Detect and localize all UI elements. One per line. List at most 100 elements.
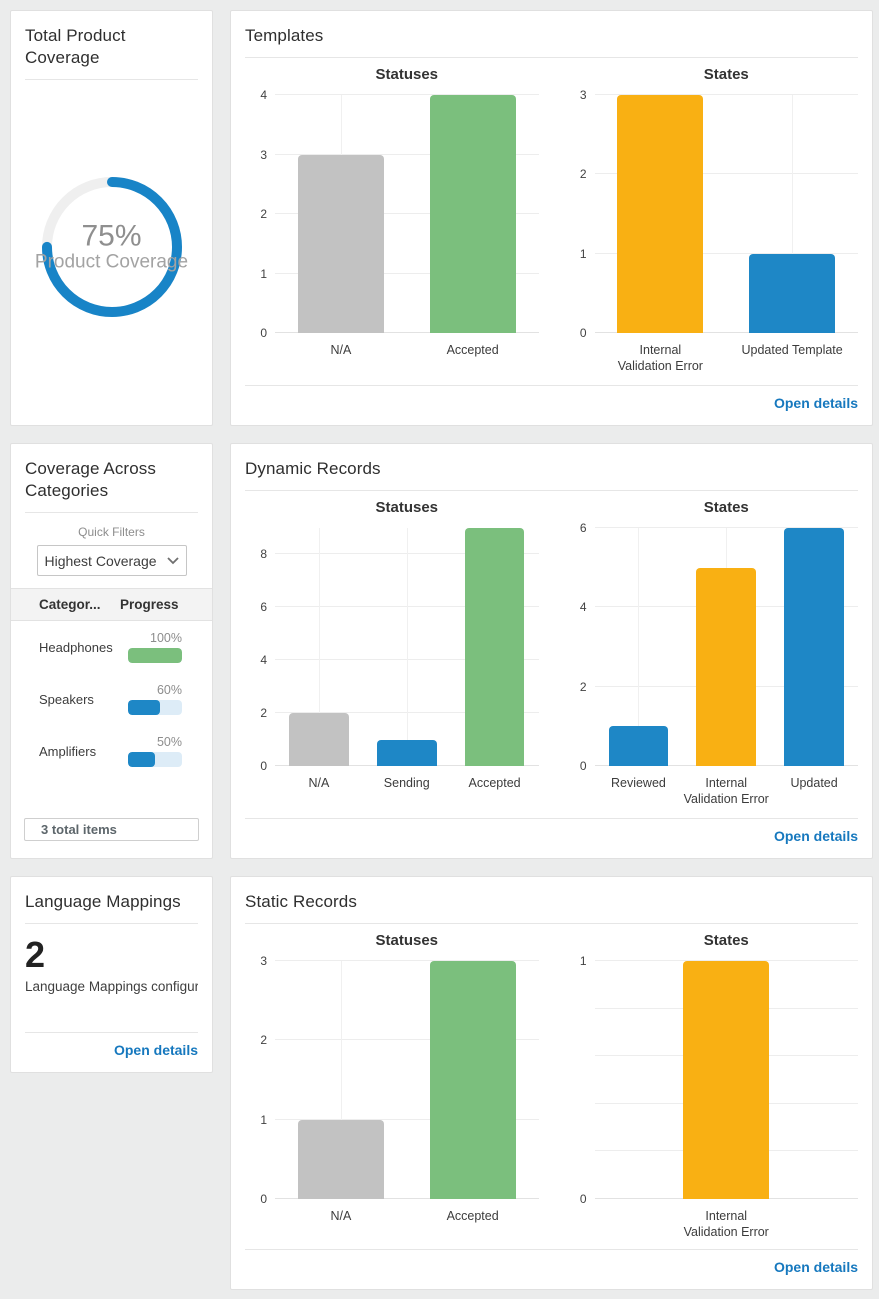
- open-details-link[interactable]: Open details: [774, 1259, 858, 1275]
- table-row: Speakers60%: [11, 673, 212, 725]
- quick-filters-label: Quick Filters: [25, 525, 198, 539]
- y-axis: 0246: [565, 528, 595, 766]
- bar-n/a: [298, 1120, 384, 1199]
- quick-filters-dropdown[interactable]: Highest Coverage: [37, 545, 187, 576]
- open-details-link[interactable]: Open details: [774, 828, 858, 844]
- chart-body: 0246: [565, 528, 859, 766]
- open-details-link[interactable]: Open details: [114, 1042, 198, 1058]
- bar-accepted: [430, 961, 516, 1199]
- y-tick-label: 2: [260, 207, 267, 221]
- chart-body: 0123: [245, 961, 539, 1199]
- category-table-body: Headphones100%Speakers60%Amplifiers50%: [11, 621, 212, 777]
- y-tick-label: 2: [580, 167, 587, 181]
- progress-percent-label: 50%: [128, 735, 182, 749]
- y-tick-label: 6: [260, 600, 267, 614]
- category-band: [275, 95, 407, 333]
- card-title: Templates: [245, 25, 858, 47]
- x-axis-labels: Internal Validation Error: [595, 1208, 859, 1244]
- chart-title: States: [565, 932, 859, 949]
- chevron-down-icon: [167, 557, 179, 565]
- table-row: Amplifiers50%: [11, 725, 212, 777]
- x-axis-labels: N/AAccepted: [275, 1208, 539, 1244]
- x-axis-labels: N/AAccepted: [275, 342, 539, 378]
- bar-updated: [784, 528, 844, 766]
- bar-sending: [377, 740, 437, 766]
- category-band: [451, 528, 539, 766]
- y-tick-label: 0: [260, 326, 267, 340]
- x-axis-label: Internal Validation Error: [682, 775, 770, 811]
- chart-body: 01234: [245, 95, 539, 333]
- coverage-sublabel: Product Coverage: [35, 251, 188, 273]
- spacer: [25, 994, 198, 1032]
- bars: [595, 528, 859, 766]
- y-tick-label: 0: [580, 1192, 587, 1206]
- progress-cell: 50%: [128, 735, 182, 767]
- y-axis: 0123: [245, 961, 275, 1199]
- category-band: [770, 528, 858, 766]
- x-axis-labels: Internal Validation ErrorUpdated Templat…: [595, 342, 859, 378]
- category-band: [407, 95, 539, 333]
- progress-cell: 100%: [128, 631, 182, 663]
- dashboard: Total Product Coverage 75% Product Cover…: [0, 0, 873, 1299]
- open-details-link[interactable]: Open details: [774, 395, 858, 411]
- spacer: [245, 811, 858, 818]
- total-items-box: 3 total items: [24, 818, 199, 841]
- bar-internal-validation-error: [617, 95, 703, 333]
- category-band: [407, 961, 539, 1199]
- chart-plot: [275, 95, 539, 333]
- bars: [275, 961, 539, 1199]
- bar-accepted: [465, 528, 525, 766]
- category-label: Amplifiers: [39, 744, 128, 759]
- y-tick-label: 4: [260, 653, 267, 667]
- category-band: [595, 95, 727, 333]
- chart-states: States01Internal Validation Error: [565, 932, 859, 1244]
- dynamic-records-card: Dynamic Records Statuses02468N/ASendingA…: [230, 443, 873, 859]
- card-title: Language Mappings: [25, 891, 198, 913]
- chart-title: States: [565, 66, 859, 83]
- bars: [595, 961, 859, 1199]
- y-axis: 0123: [565, 95, 595, 333]
- bars: [595, 95, 859, 333]
- card-title: Dynamic Records: [245, 458, 858, 480]
- spacer: [245, 378, 858, 385]
- card-footer: Open details: [245, 1250, 858, 1277]
- x-axis-labels: N/ASendingAccepted: [275, 775, 539, 811]
- bar-updated-template: [749, 254, 835, 333]
- chart-body: 0123: [565, 95, 859, 333]
- card-footer: Open details: [245, 386, 858, 413]
- y-tick-label: 3: [260, 954, 267, 968]
- x-axis-label: N/A: [275, 342, 407, 378]
- y-tick-label: 2: [260, 706, 267, 720]
- chart-plot: [595, 95, 859, 333]
- x-axis-label: Updated Template: [726, 342, 858, 378]
- dropdown-selected-value: Highest Coverage: [44, 553, 156, 569]
- progress-bar-track: [128, 648, 182, 663]
- y-tick-label: 1: [580, 247, 587, 261]
- divider: [245, 923, 858, 924]
- y-tick-label: 0: [580, 759, 587, 773]
- chart-statuses: Statuses0123N/AAccepted: [245, 932, 539, 1244]
- y-tick-label: 8: [260, 547, 267, 561]
- category-band: [275, 528, 363, 766]
- x-axis-label: Sending: [363, 775, 451, 811]
- y-tick-label: 6: [580, 521, 587, 535]
- table-row: Headphones100%: [11, 621, 212, 673]
- chart-title: States: [565, 499, 859, 516]
- chart-body: 01: [565, 961, 859, 1199]
- chart-plot: [595, 528, 859, 766]
- column-header-category: Categor...: [39, 597, 120, 612]
- x-axis-label: Internal Validation Error: [595, 342, 727, 378]
- progress-cell: 60%: [128, 683, 182, 715]
- column-header-progress: Progress: [120, 597, 182, 612]
- language-mappings-card: Language Mappings 2 Language Mappings co…: [10, 876, 213, 1073]
- x-axis-label: Reviewed: [595, 775, 683, 811]
- y-tick-label: 2: [580, 680, 587, 694]
- category-band: [682, 528, 770, 766]
- chart-plot: [275, 528, 539, 766]
- table-header: Categor... Progress: [11, 588, 212, 621]
- progress-bar-fill: [128, 648, 182, 663]
- coverage-across-categories-card: Coverage Across Categories Quick Filters…: [10, 443, 213, 859]
- y-tick-label: 1: [580, 954, 587, 968]
- category-label: Headphones: [39, 640, 128, 655]
- bars: [275, 95, 539, 333]
